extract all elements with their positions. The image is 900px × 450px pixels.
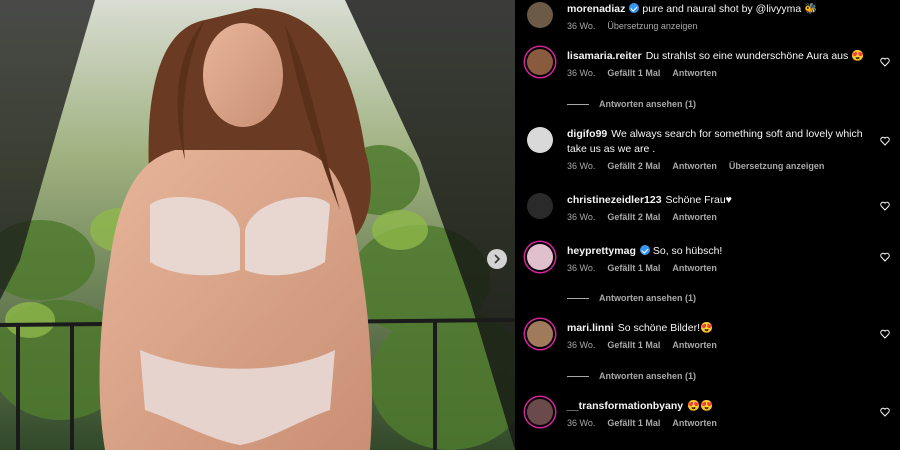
- likes-count[interactable]: Gefällt 1 Mal: [607, 263, 660, 273]
- caption-time: 36 Wo.: [567, 21, 596, 31]
- heart-outline-icon[interactable]: [880, 252, 890, 262]
- comment-text: So, so hübsch!: [652, 245, 723, 257]
- avatar[interactable]: [527, 127, 553, 153]
- likes-count[interactable]: Gefällt 1 Mal: [607, 68, 660, 78]
- view-replies-link[interactable]: Antworten ansehen (1): [567, 99, 696, 109]
- comment-time: 36 Wo.: [567, 68, 596, 78]
- comment-text: Schöne Frau♥: [665, 194, 732, 206]
- comment-time: 36 Wo.: [567, 212, 596, 222]
- view-replies-link[interactable]: Antworten ansehen (1): [567, 293, 696, 303]
- comment-text: So schöne Bilder!😍: [617, 322, 714, 334]
- comments-panel: morenadiaz pure and naural shot by @livyy…: [515, 0, 900, 450]
- comment-time: 36 Wo.: [567, 418, 596, 428]
- comment-time: 36 Wo.: [567, 161, 596, 171]
- heart-outline-icon[interactable]: [880, 57, 890, 67]
- comment-time: 36 Wo.: [567, 340, 596, 350]
- verified-badge-icon: [639, 245, 650, 255]
- likes-count[interactable]: Gefällt 2 Mal: [607, 161, 660, 171]
- heart-outline-icon[interactable]: [880, 136, 890, 146]
- post-photo: [0, 0, 515, 450]
- likes-count[interactable]: Gefällt 1 Mal: [607, 418, 660, 428]
- comment-username[interactable]: __transformationbyany: [567, 400, 683, 412]
- comment-text: We always search for something soft and …: [567, 128, 863, 155]
- heart-outline-icon[interactable]: [880, 407, 890, 417]
- verified-badge-icon: [629, 3, 640, 13]
- likes-count[interactable]: Gefällt 2 Mal: [607, 212, 660, 222]
- comment-username[interactable]: heyprettymag: [567, 245, 636, 257]
- avatar[interactable]: [527, 244, 553, 270]
- comment-text: 😍😍: [687, 400, 714, 412]
- likes-count[interactable]: Gefällt 1 Mal: [607, 340, 660, 350]
- next-image-button[interactable]: [487, 249, 507, 269]
- caption-author[interactable]: morenadiaz: [567, 3, 625, 15]
- reply-button[interactable]: Antworten: [672, 212, 717, 222]
- avatar[interactable]: [527, 49, 553, 75]
- post-media[interactable]: [0, 0, 515, 450]
- see-translation-link[interactable]: Übersetzung anzeigen: [729, 161, 825, 171]
- view-replies-link[interactable]: Antworten ansehen (1): [567, 371, 696, 381]
- see-translation-link[interactable]: Übersetzung anzeigen: [607, 21, 697, 31]
- reply-button[interactable]: Antworten: [672, 68, 717, 78]
- instagram-post-view: morenadiaz pure and naural shot by @livyy…: [0, 0, 900, 450]
- avatar[interactable]: [527, 2, 553, 28]
- comment-time: 36 Wo.: [567, 263, 596, 273]
- heart-outline-icon[interactable]: [880, 201, 890, 211]
- caption-text: pure and naural shot by @livyyma 🐝: [642, 3, 818, 15]
- avatar[interactable]: [527, 399, 553, 425]
- reply-button[interactable]: Antworten: [672, 340, 717, 350]
- comment-text: Du strahlst so eine wunderschöne Aura au…: [645, 50, 865, 62]
- reply-button[interactable]: Antworten: [672, 263, 717, 273]
- chevron-right-icon: [494, 254, 501, 264]
- avatar[interactable]: [527, 321, 553, 347]
- comment-username[interactable]: mari.linni: [567, 322, 614, 334]
- reply-button[interactable]: Antworten: [672, 161, 717, 171]
- comment-username[interactable]: lisamaria.reiter: [567, 50, 642, 62]
- reply-button[interactable]: Antworten: [672, 418, 717, 428]
- heart-outline-icon[interactable]: [880, 329, 890, 339]
- comment-username[interactable]: digifo99: [567, 128, 607, 140]
- avatar[interactable]: [527, 193, 553, 219]
- comment-username[interactable]: christinezeidler123: [567, 194, 662, 206]
